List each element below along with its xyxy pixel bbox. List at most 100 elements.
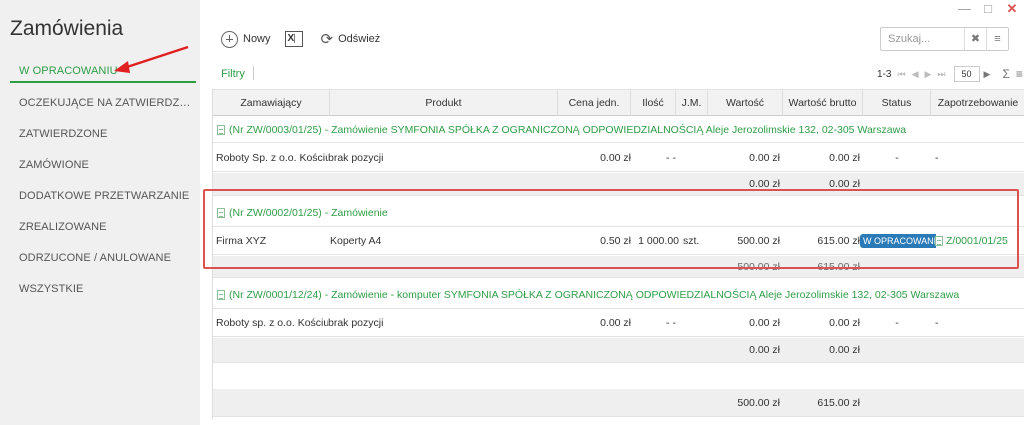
table-row[interactable]: Roboty sp. z o.o. Kościuszk brak pozycji… — [213, 310, 1024, 337]
demand-label: Z/0001/01/25 — [946, 235, 1008, 247]
sidebar: Zamówienia W OPRACOWANIU OCZEKUJĄCE NA Z… — [0, 0, 200, 425]
cell-demand: - — [935, 317, 939, 329]
subtotal-row: 0.00 zł 0.00 zł — [213, 338, 1024, 363]
close-icon[interactable]: ✕ — [1006, 2, 1018, 16]
col-header-produkt[interactable]: Produkt — [330, 90, 558, 116]
cell-value: 0.00 zł — [749, 151, 780, 164]
sidebar-item-odrzucone[interactable]: ODRZUCONE / ANULOWANE — [10, 246, 196, 277]
cell-gross: 0.00 zł — [829, 317, 860, 329]
subtotal-value: 0.00 zł — [749, 178, 780, 190]
col-header-status[interactable]: Status — [863, 90, 931, 116]
toolbar: Nowy X ⟳ Odśwież — [221, 30, 394, 48]
refresh-button-label: Odśwież — [338, 33, 381, 45]
sum-icon[interactable]: Σ — [1002, 67, 1009, 81]
cell-gross: 615.00 zł — [817, 235, 860, 247]
order-title: (Nr ZW/0003/01/25) - Zamówienie SYMFONIA… — [229, 123, 907, 136]
pager-range: 1-3 — [877, 68, 892, 80]
subtotal-value: 500.00 zł — [737, 260, 780, 273]
new-button-label: Nowy — [243, 33, 271, 45]
group-row[interactable]: (Nr ZW/0001/12/24) - Zamówienie - komput… — [213, 282, 1024, 309]
columns-menu-icon[interactable]: ≡ — [1016, 67, 1023, 81]
last-page-icon[interactable]: ⏭ — [937, 69, 945, 80]
col-header-jm[interactable]: J.M. — [676, 90, 708, 116]
cell-ordering: Roboty sp. z o.o. Kościuszk — [216, 317, 328, 329]
refresh-button[interactable]: ⟳ Odśwież — [321, 30, 381, 48]
maximize-icon[interactable]: □ — [982, 2, 994, 16]
cell-price: 0.00 zł — [600, 317, 631, 329]
filters-link[interactable]: Filtry — [221, 68, 245, 80]
cell-qty: 1 000.00 — [638, 235, 679, 247]
cell-gross: 0.00 zł — [829, 151, 860, 164]
cell-product: Koperty A4 — [330, 235, 382, 247]
pager: 1-3 ⏮ ◀ ▶ ⏭ 50 ▶ Σ ≡ — [877, 66, 1023, 82]
filters-divider — [253, 66, 254, 80]
document-icon — [217, 290, 225, 300]
cell-demand: - — [935, 151, 939, 164]
order-link[interactable]: (Nr ZW/0002/01/25) - Zamówienie — [213, 207, 388, 219]
col-header-zapotrzebowanie[interactable]: Zapotrzebowanie — [931, 90, 1024, 116]
subtotal-gross: 615.00 zł — [817, 260, 860, 273]
blank-row — [213, 364, 1024, 390]
clear-search-icon[interactable]: ✖ — [964, 28, 986, 50]
subtotal-value: 0.00 zł — [749, 344, 780, 356]
cell-product: brak pozycji — [328, 151, 384, 164]
table-row[interactable]: Roboty Sp. z o.o. Kościuszk brak pozycji… — [213, 144, 1024, 172]
status-badge: W OPRACOWANIU — [860, 234, 936, 248]
page-size-input[interactable]: 50 — [953, 66, 980, 82]
order-link[interactable]: (Nr ZW/0001/12/24) - Zamówienie - komput… — [213, 289, 959, 301]
cell-value: 500.00 zł — [737, 235, 780, 247]
demand-link[interactable]: Z/0001/01/25 — [935, 235, 1008, 247]
refresh-icon: ⟳ — [320, 31, 334, 48]
sidebar-item-zatwierdzone[interactable]: ZATWIERDZONE — [10, 122, 196, 153]
col-header-wartosc-brutto[interactable]: Wartość brutto — [783, 90, 863, 116]
cell-qty: - - — [666, 151, 676, 164]
sidebar-item-wszystkie[interactable]: WSZYSTKIE — [10, 277, 196, 308]
next-page-icon[interactable]: ▶ — [924, 69, 931, 80]
cell-ordering: Firma XYZ — [216, 235, 267, 247]
cell-ordering: Roboty Sp. z o.o. Kościuszk — [216, 151, 328, 164]
order-link[interactable]: (Nr ZW/0003/01/25) - Zamówienie SYMFONIA… — [213, 124, 906, 136]
cell-product: brak pozycji — [328, 317, 384, 329]
sidebar-item-zrealizowane[interactable]: ZREALIZOWANE — [10, 215, 196, 246]
group-row[interactable]: (Nr ZW/0002/01/25) - Zamówienie — [213, 199, 1024, 227]
search-box: Szukaj... ✖ ≡ — [880, 27, 1009, 51]
order-title: (Nr ZW/0002/01/25) - Zamówienie — [229, 206, 388, 219]
cell-demand[interactable]: Z/0001/01/25 — [935, 228, 1024, 254]
table-header: Zamawiający Produkt Cena jedn. Ilość J.M… — [213, 89, 1024, 116]
excel-export-icon[interactable]: X — [284, 31, 303, 47]
order-title: (Nr ZW/0001/12/24) - Zamówienie - komput… — [229, 289, 960, 301]
group-row[interactable]: (Nr ZW/0003/01/25) - Zamówienie SYMFONIA… — [213, 117, 1024, 143]
prev-page-icon[interactable]: ◀ — [912, 69, 919, 80]
col-header-wartosc[interactable]: Wartość — [708, 90, 783, 116]
subtotal-row: 0.00 zł 0.00 zł — [213, 173, 1024, 196]
total-gross: 615.00 zł — [817, 396, 860, 409]
first-page-icon[interactable]: ⏮ — [897, 69, 905, 80]
page-title: Zamówienia — [10, 17, 124, 40]
new-button[interactable]: Nowy — [221, 30, 271, 48]
search-input[interactable]: Szukaj... — [881, 33, 964, 45]
sidebar-item-zamowione[interactable]: ZAMÓWIONE — [10, 153, 196, 184]
status-nav: W OPRACOWANIU OCZEKUJĄCE NA ZATWIERDZEN.… — [10, 60, 196, 308]
sidebar-item-dodatkowe[interactable]: DODATKOWE PRZETWARZANIE — [10, 184, 196, 215]
subtotal-gross: 0.00 zł — [829, 178, 860, 190]
cell-value: 0.00 zł — [749, 317, 780, 329]
add-icon — [221, 30, 238, 48]
col-header-zamawiajacy[interactable]: Zamawiający — [213, 90, 330, 116]
search-menu-icon[interactable]: ≡ — [986, 28, 1008, 50]
cell-qty: - - — [666, 317, 676, 329]
cell-status: - — [895, 317, 899, 329]
table-row[interactable]: Firma XYZ Koperty A4 0.50 zł 1 000.00 sz… — [213, 228, 1024, 255]
cell-price: 0.50 zł — [600, 235, 631, 247]
page-size-arrow-icon[interactable]: ▶ — [984, 69, 991, 80]
subtotal-gross: 0.00 zł — [829, 344, 860, 356]
document-icon — [217, 207, 225, 218]
subtotal-row: 500.00 zł 615.00 zł — [213, 256, 1024, 278]
cell-price: 0.00 zł — [600, 151, 631, 164]
col-header-ilosc[interactable]: Ilość — [631, 90, 676, 116]
col-header-cena[interactable]: Cena jedn. — [558, 90, 631, 116]
minimize-icon[interactable]: — — [958, 2, 971, 16]
document-icon — [217, 124, 225, 135]
window-controls: — □ ✕ — [958, 2, 1018, 16]
sidebar-item-w-opracowaniu[interactable]: W OPRACOWANIU — [10, 60, 196, 83]
sidebar-item-oczekujace[interactable]: OCZEKUJĄCE NA ZATWIERDZEN... — [10, 91, 196, 122]
